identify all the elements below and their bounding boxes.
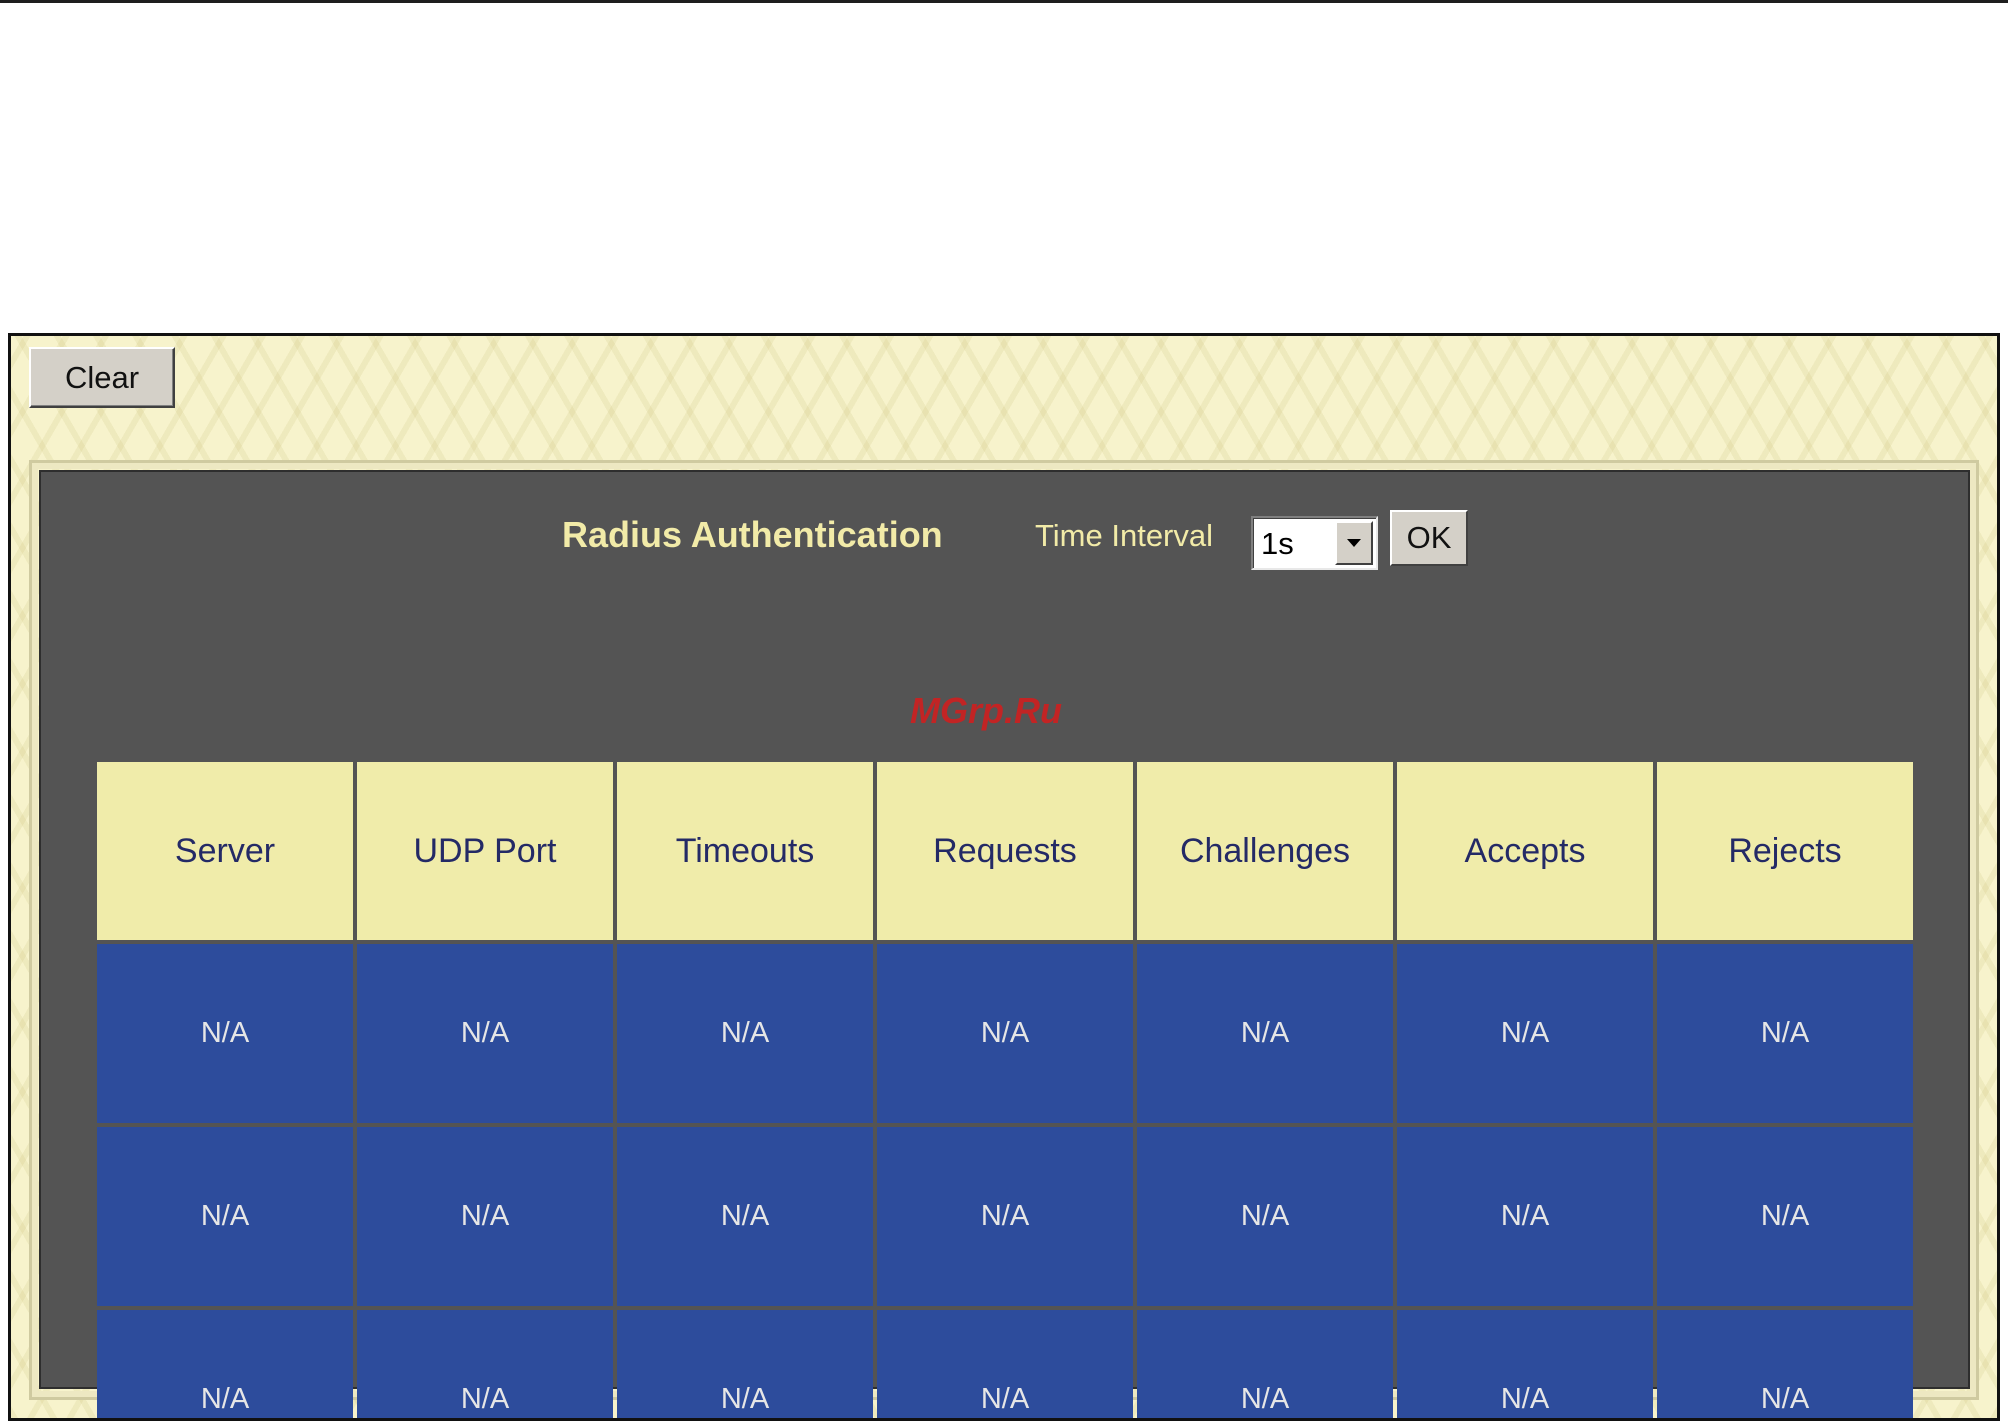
table-cell: N/A	[1657, 1127, 1913, 1306]
time-interval-label: Time Interval	[1035, 518, 1214, 553]
table-cell: N/A	[617, 1127, 873, 1306]
clear-button[interactable]: Clear	[29, 347, 175, 408]
table-cell: N/A	[97, 1310, 353, 1418]
table-cell: N/A	[97, 944, 353, 1123]
column-header-accepts: Accepts	[1397, 762, 1653, 940]
table-row: N/A N/A N/A N/A N/A N/A N/A	[97, 1127, 1913, 1306]
radius-stats-table: Server UDP Port Timeouts Requests Challe…	[93, 758, 1917, 1418]
table-cell: N/A	[617, 944, 873, 1123]
column-header-rejects: Rejects	[1657, 762, 1913, 940]
panel-title: Radius Authentication	[562, 514, 943, 555]
table-row: N/A N/A N/A N/A N/A N/A N/A	[97, 944, 1913, 1123]
table-cell: N/A	[877, 944, 1133, 1123]
time-interval-select[interactable]: 1s	[1251, 516, 1378, 570]
ok-button[interactable]: OK	[1390, 510, 1468, 566]
chevron-down-glyph	[1347, 539, 1361, 547]
column-header-requests: Requests	[877, 762, 1133, 940]
table-cell: N/A	[877, 1310, 1133, 1418]
watermark-logo: MGrp.Ru	[910, 690, 1062, 731]
time-interval-value: 1s	[1261, 526, 1294, 561]
table-row: N/A N/A N/A N/A N/A N/A N/A	[97, 1310, 1913, 1418]
column-header-timeouts: Timeouts	[617, 762, 873, 940]
chevron-down-icon[interactable]	[1335, 521, 1373, 565]
top-divider	[0, 0, 2008, 3]
table-cell: N/A	[1397, 1127, 1653, 1306]
table-cell: N/A	[357, 1310, 613, 1418]
column-header-server: Server	[97, 762, 353, 940]
column-header-challenges: Challenges	[1137, 762, 1393, 940]
content-frame: Clear Radius Authentication Time Interva…	[8, 333, 2000, 1421]
table-cell: N/A	[1397, 1310, 1653, 1418]
table-cell: N/A	[1657, 1310, 1913, 1418]
table-cell: N/A	[1137, 944, 1393, 1123]
table-cell: N/A	[1397, 944, 1653, 1123]
table-cell: N/A	[1137, 1310, 1393, 1418]
table-cell: N/A	[357, 944, 613, 1123]
table-cell: N/A	[1657, 944, 1913, 1123]
radius-auth-panel: Radius Authentication Time Interval 1s O…	[39, 470, 1970, 1418]
table-cell: N/A	[877, 1127, 1133, 1306]
table-cell: N/A	[617, 1310, 873, 1418]
column-header-udp-port: UDP Port	[357, 762, 613, 940]
table-cell: N/A	[97, 1127, 353, 1306]
table-cell: N/A	[1137, 1127, 1393, 1306]
table-cell: N/A	[357, 1127, 613, 1306]
table-header-row: Server UDP Port Timeouts Requests Challe…	[97, 762, 1913, 940]
